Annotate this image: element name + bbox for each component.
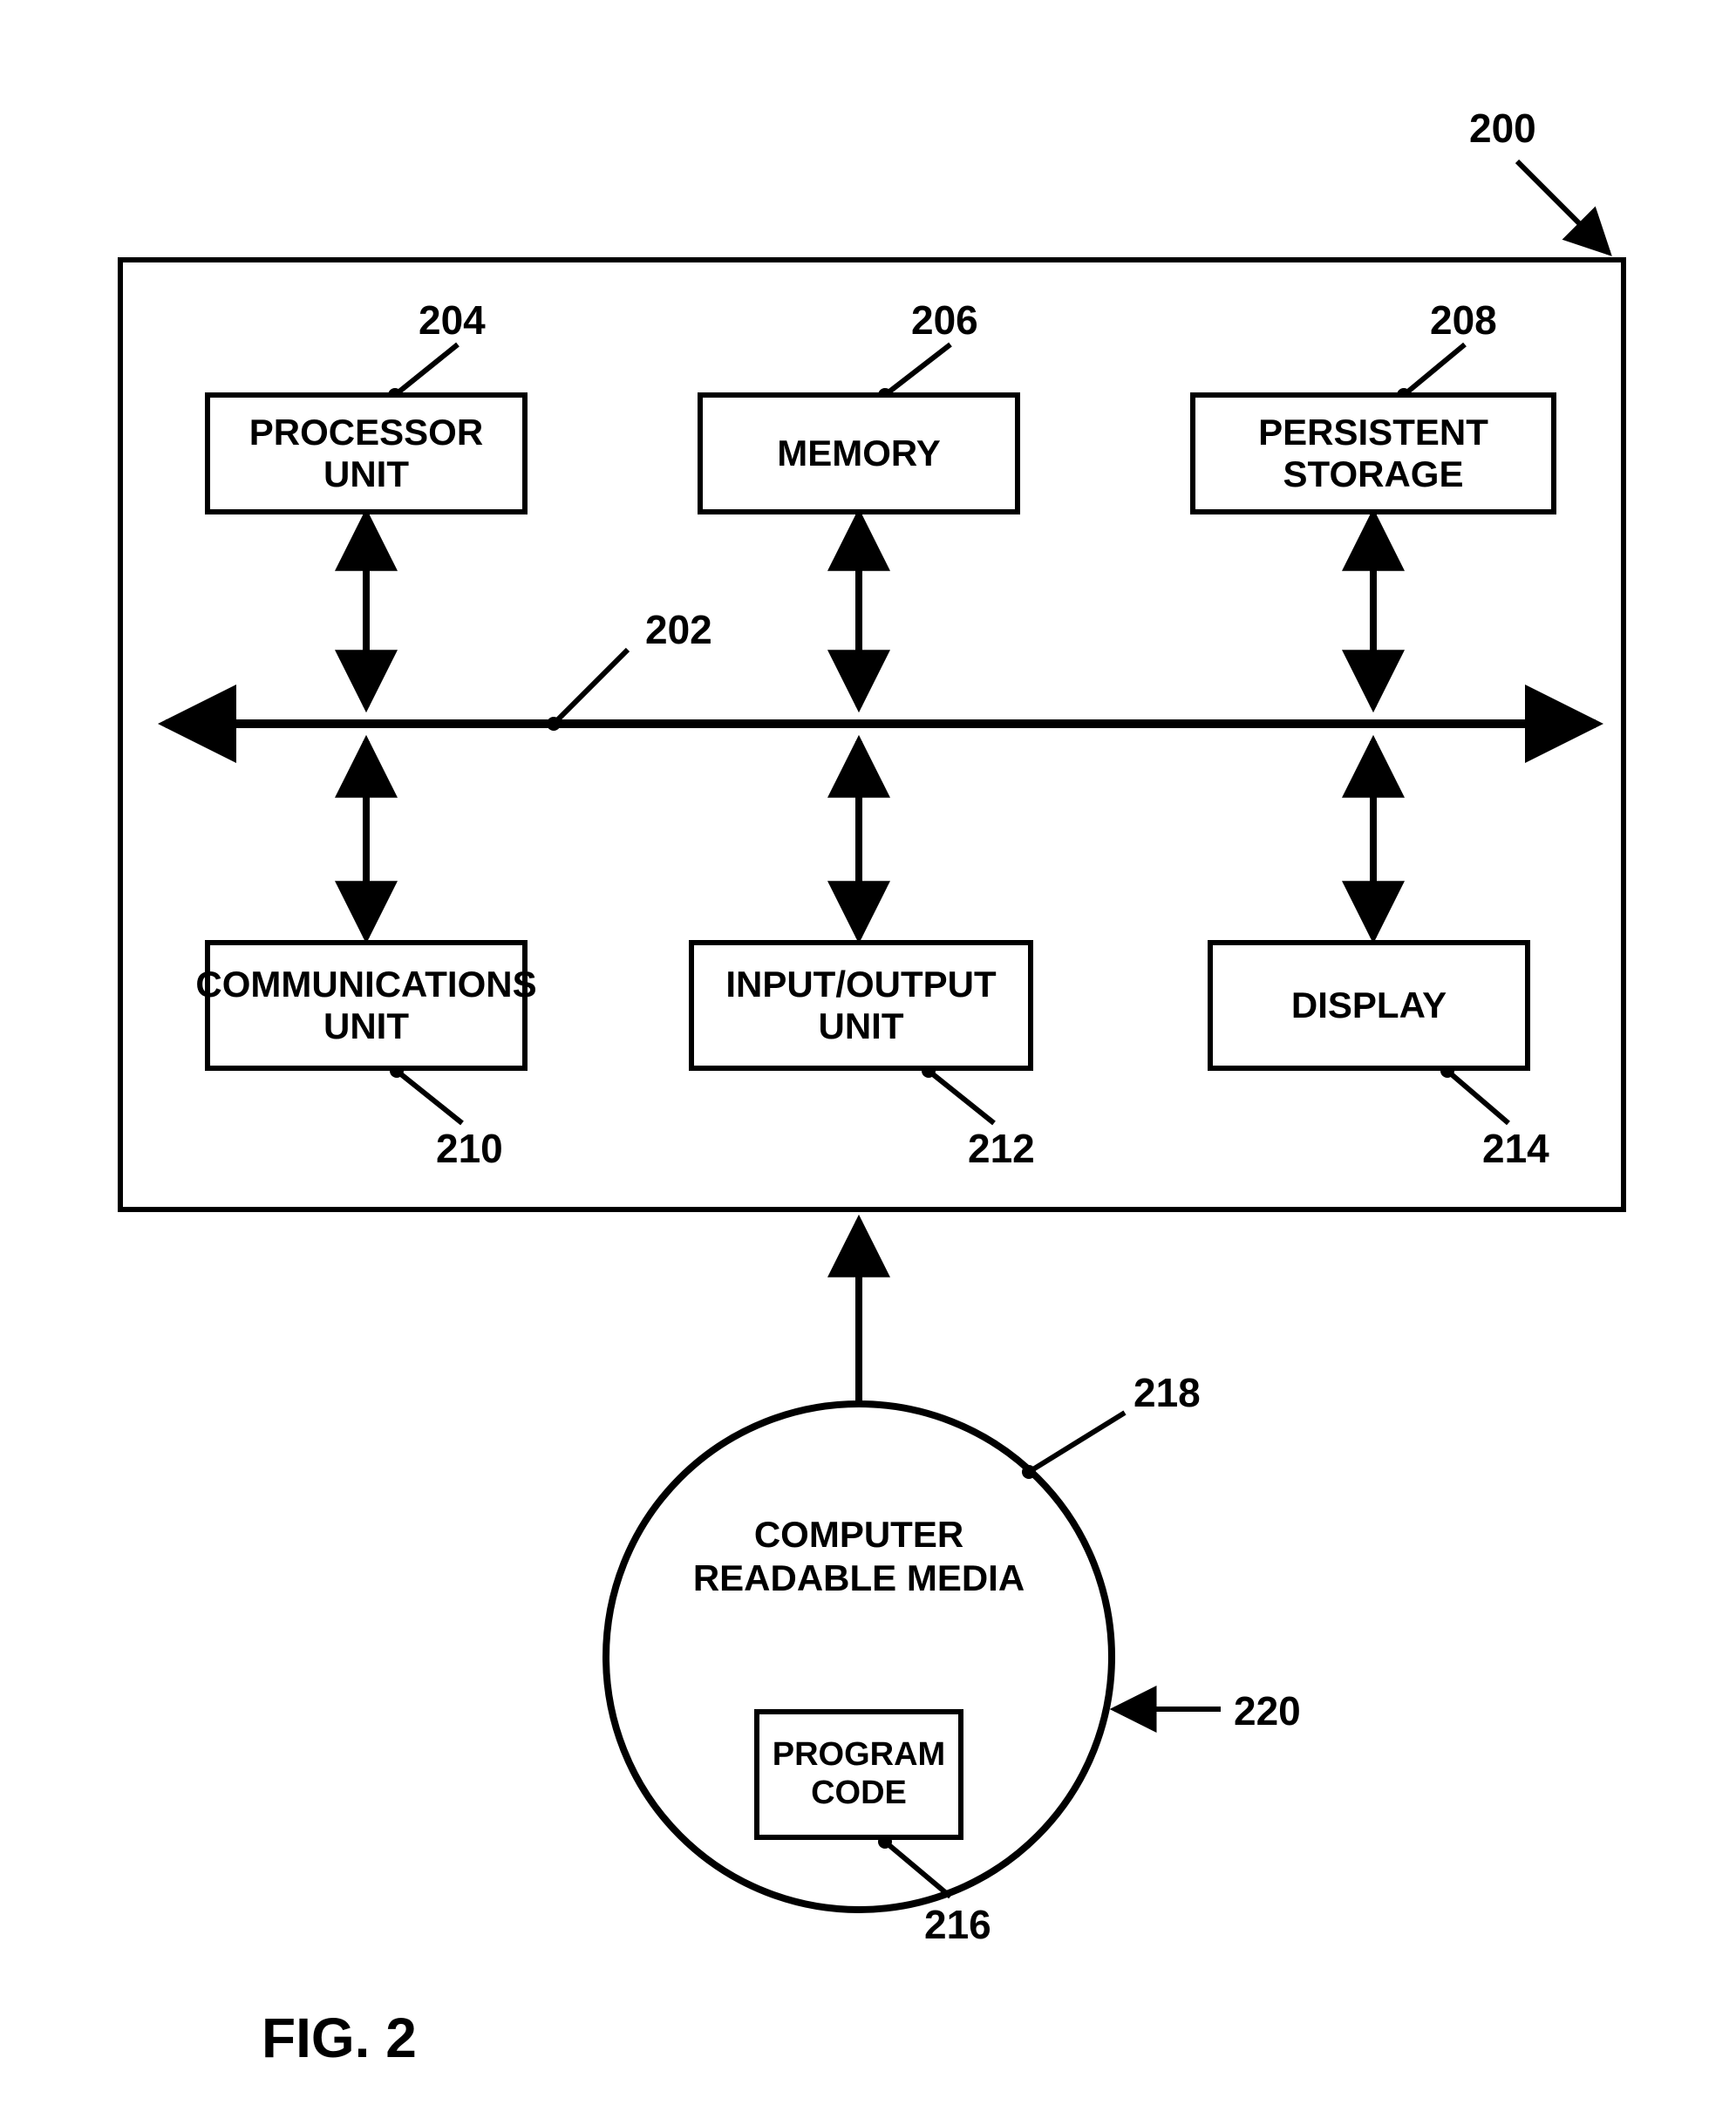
leader-200 (1517, 161, 1609, 253)
ref-220: 220 (1234, 1687, 1301, 1734)
ref-202: 202 (645, 606, 712, 653)
ref-206: 206 (911, 296, 978, 344)
leader-216 (885, 1842, 950, 1897)
display-box: DISPLAY (1208, 940, 1530, 1071)
media-label: COMPUTER READABLE MEDIA (684, 1513, 1033, 1601)
ref-200: 200 (1469, 105, 1536, 152)
diagram-stage: PROCESSOR UNIT MEMORY PERSISTENT STORAGE… (0, 0, 1736, 2112)
ref-204: 204 (419, 296, 486, 344)
ref-212: 212 (968, 1125, 1035, 1172)
memory-label: MEMORY (777, 433, 940, 474)
ref-218: 218 (1134, 1369, 1201, 1416)
processor-unit-label: PROCESSOR UNIT (219, 412, 514, 496)
leader-218 (1029, 1413, 1125, 1472)
media-label-line1: COMPUTER (754, 1514, 963, 1555)
io-unit-label: INPUT/OUTPUT UNIT (703, 964, 1019, 1048)
media-label-line2: READABLE MEDIA (693, 1557, 1025, 1598)
communications-unit-box: COMMUNICATIONS UNIT (205, 940, 528, 1071)
io-unit-box: INPUT/OUTPUT UNIT (689, 940, 1033, 1071)
communications-unit-label: COMMUNICATIONS UNIT (195, 964, 536, 1048)
ref-210: 210 (436, 1125, 503, 1172)
memory-box: MEMORY (698, 392, 1020, 514)
display-label: DISPLAY (1291, 984, 1447, 1026)
ref-216: 216 (924, 1901, 991, 1948)
ref-208: 208 (1430, 296, 1497, 344)
figure-label: FIG. 2 (262, 2006, 417, 2070)
processor-unit-box: PROCESSOR UNIT (205, 392, 528, 514)
ref-214: 214 (1482, 1125, 1549, 1172)
persistent-storage-label: PERSISTENT STORAGE (1204, 412, 1542, 496)
persistent-storage-box: PERSISTENT STORAGE (1190, 392, 1556, 514)
program-code-box: PROGRAM CODE (754, 1709, 963, 1840)
program-code-label: PROGRAM CODE (759, 1736, 958, 1812)
